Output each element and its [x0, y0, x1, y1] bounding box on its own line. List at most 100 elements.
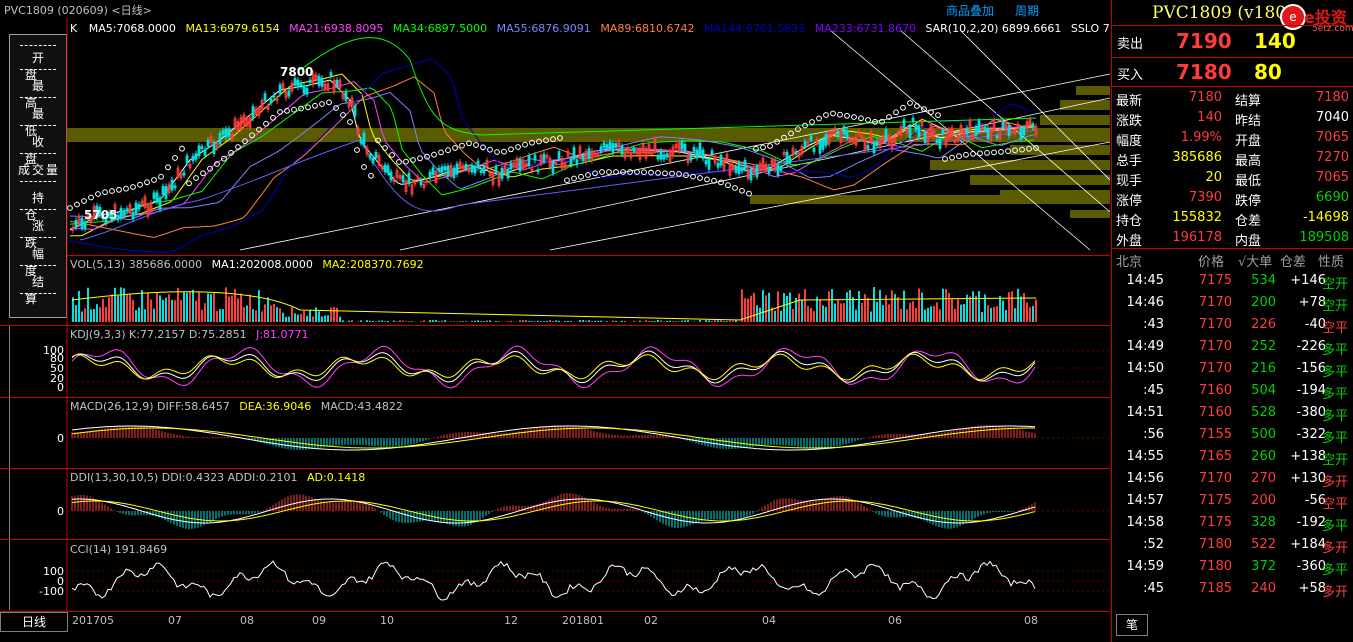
tick-volume: 200 — [1251, 295, 1276, 310]
tick-volume: 522 — [1251, 537, 1276, 552]
tick-nature: 空平 — [1321, 321, 1348, 336]
ma21-label: MA21:6938.8095 — [289, 22, 383, 35]
tick-price: 7175 — [1198, 273, 1232, 288]
quote-value: 385686 — [1172, 150, 1222, 165]
quote-row: 涨跌 140 昨结 7040 — [1112, 108, 1353, 129]
svg-text:DDI(13,30,10,5) DDI:0.4323 ADD: DDI(13,30,10,5) DDI:0.4323 ADDI:0.2101 A… — [70, 471, 365, 484]
quote-key: 总手 — [1116, 154, 1143, 169]
quote-row: 现手 20 最低 7065 — [1112, 168, 1353, 189]
tick-volume: 226 — [1251, 317, 1276, 332]
tick-nature: 空平 — [1321, 497, 1348, 512]
quote-value: -14698 — [1302, 210, 1349, 225]
quote-key: 内盘 — [1235, 234, 1262, 249]
tick-row: 14:45 7175 534 +146 空开 — [1112, 270, 1353, 292]
x-axis-label: 201801 — [562, 614, 604, 627]
tick-row: 14:50 7170 216 -156 多平 — [1112, 358, 1353, 380]
x-axis-label: 09 — [312, 614, 326, 627]
tick-time: 14:56 — [1126, 471, 1164, 486]
tick-price: 7180 — [1198, 537, 1232, 552]
kdj-title: KDJ(9,3,3) K:77.2157 D:75.2851 — [70, 328, 247, 341]
tick-price: 7170 — [1198, 317, 1232, 332]
tick-price: 7160 — [1198, 405, 1232, 420]
kline-chart[interactable]: K MA5:7068.0000 MA13:6979.6154 MA21:6938… — [0, 0, 1110, 612]
quote-key: 持仓 — [1116, 214, 1143, 229]
low-price-label: 5705 — [84, 208, 117, 222]
x-axis-label: 08 — [240, 614, 254, 627]
high-price-label: 7800 — [280, 65, 313, 79]
vol-ma2: MA2:208370.7692 — [322, 258, 423, 271]
tick-volume: 270 — [1251, 471, 1276, 486]
th-nature: 性质 — [1318, 255, 1345, 270]
tick-row: 14:49 7170 252 -226 多平 — [1112, 336, 1353, 358]
tick-row: 14:56 7170 270 +130 多开 — [1112, 468, 1353, 490]
x-axis-label: 02 — [644, 614, 658, 627]
x-axis-label: 08 — [1024, 614, 1038, 627]
tick-volume: 504 — [1251, 383, 1276, 398]
tick-nature: 多开 — [1321, 585, 1348, 600]
tick-nature: 空开 — [1321, 277, 1348, 292]
quote-row: 最新 7180 结算 7180 — [1112, 88, 1353, 109]
quote-value: 7270 — [1315, 150, 1349, 165]
quote-value: 7065 — [1315, 170, 1349, 185]
sell-quote[interactable]: 卖出 7190 140 — [1112, 26, 1353, 56]
tick-nature: 空开 — [1321, 299, 1348, 314]
tick-volume: 500 — [1251, 427, 1276, 442]
tick-price: 7170 — [1198, 295, 1232, 310]
quote-value: 7180 — [1315, 90, 1349, 105]
buy-quote[interactable]: 买入 7180 80 — [1112, 57, 1353, 87]
quote-value: 189508 — [1299, 230, 1349, 245]
tick-nature: 多平 — [1321, 431, 1348, 446]
tick-tab[interactable]: 笔 — [1116, 614, 1148, 636]
tick-row: :45 7185 240 +58 多开 — [1112, 578, 1353, 600]
x-axis-label: 12 — [504, 614, 518, 627]
tick-time: 14:49 — [1126, 339, 1164, 354]
tick-price: 7175 — [1198, 515, 1232, 530]
ma34-label: MA34:6897.5000 — [393, 22, 487, 35]
cci-title: CCI(14) 191.8469 — [70, 543, 167, 556]
tick-time: 14:45 — [1126, 273, 1164, 288]
tick-row: 14:57 7175 200 -56 空平 — [1112, 490, 1353, 512]
vol-title: VOL(5,13) 385686.0000 — [70, 258, 202, 271]
tick-row: :56 7155 500 -322 多平 — [1112, 424, 1353, 446]
tick-time: 14:55 — [1126, 449, 1164, 464]
tick-price: 7170 — [1198, 361, 1232, 376]
tick-volume: 240 — [1251, 581, 1276, 596]
ma13-label: MA13:6979.6154 — [185, 22, 279, 35]
tick-row: :43 7170 226 -40 空平 — [1112, 314, 1353, 336]
tick-nature: 多平 — [1321, 563, 1348, 578]
tick-volume: 252 — [1251, 339, 1276, 354]
svg-text:KDJ(9,3,3) K:77.2157 D:75.2851: KDJ(9,3,3) K:77.2157 D:75.2851 J:81.0771 — [70, 328, 309, 341]
tick-nature: 多平 — [1321, 387, 1348, 402]
quote-key: 涨跌 — [1116, 114, 1143, 129]
svg-text:K MA5:7068.0000 MA13:6: K MA5:7068.0000 MA13:6979.6154 MA21:6938… — [70, 22, 1110, 35]
ma89-label: MA89:6810.6742 — [600, 22, 694, 35]
quote-key: 最新 — [1116, 94, 1143, 109]
quote-key: 外盘 — [1116, 234, 1143, 249]
quote-row: 持仓 155832 仓差 -14698 — [1112, 208, 1353, 229]
quote-row: 总手 385686 最高 7270 — [1112, 148, 1353, 169]
period-tab-daily[interactable]: 日线 — [0, 612, 68, 632]
tick-volume: 372 — [1251, 559, 1276, 574]
tick-row: 14:55 7165 260 +138 空开 — [1112, 446, 1353, 468]
tick-time: :45 — [1143, 383, 1164, 398]
tick-row: 14:58 7175 328 -192 多平 — [1112, 512, 1353, 534]
tick-nature: 空开 — [1321, 453, 1348, 468]
tick-time: :56 — [1143, 427, 1164, 442]
tick-price: 7185 — [1198, 581, 1232, 596]
quote-row: 幅度 1.99% 开盘 7065 — [1112, 128, 1353, 149]
tick-volume: 528 — [1251, 405, 1276, 420]
buy-label: 买入 — [1117, 68, 1144, 83]
ma233-label: MA233:6731.8670 — [815, 22, 916, 35]
x-axis-label: 201705 — [72, 614, 114, 627]
tick-time: 14:58 — [1126, 515, 1164, 530]
th-diff: 仓差 — [1280, 255, 1307, 270]
tick-price: 7155 — [1198, 427, 1232, 442]
tick-volume: 328 — [1251, 515, 1276, 530]
sell-price: 7190 — [1176, 29, 1232, 53]
tick-price: 7165 — [1198, 449, 1232, 464]
tick-nature: 多平 — [1321, 343, 1348, 358]
x-axis-label: 10 — [380, 614, 394, 627]
quote-key: 开盘 — [1235, 134, 1262, 149]
kdj-j: J:81.0771 — [255, 328, 308, 341]
macd-title: MACD(26,12,9) DIFF:58.6457 — [70, 400, 230, 413]
